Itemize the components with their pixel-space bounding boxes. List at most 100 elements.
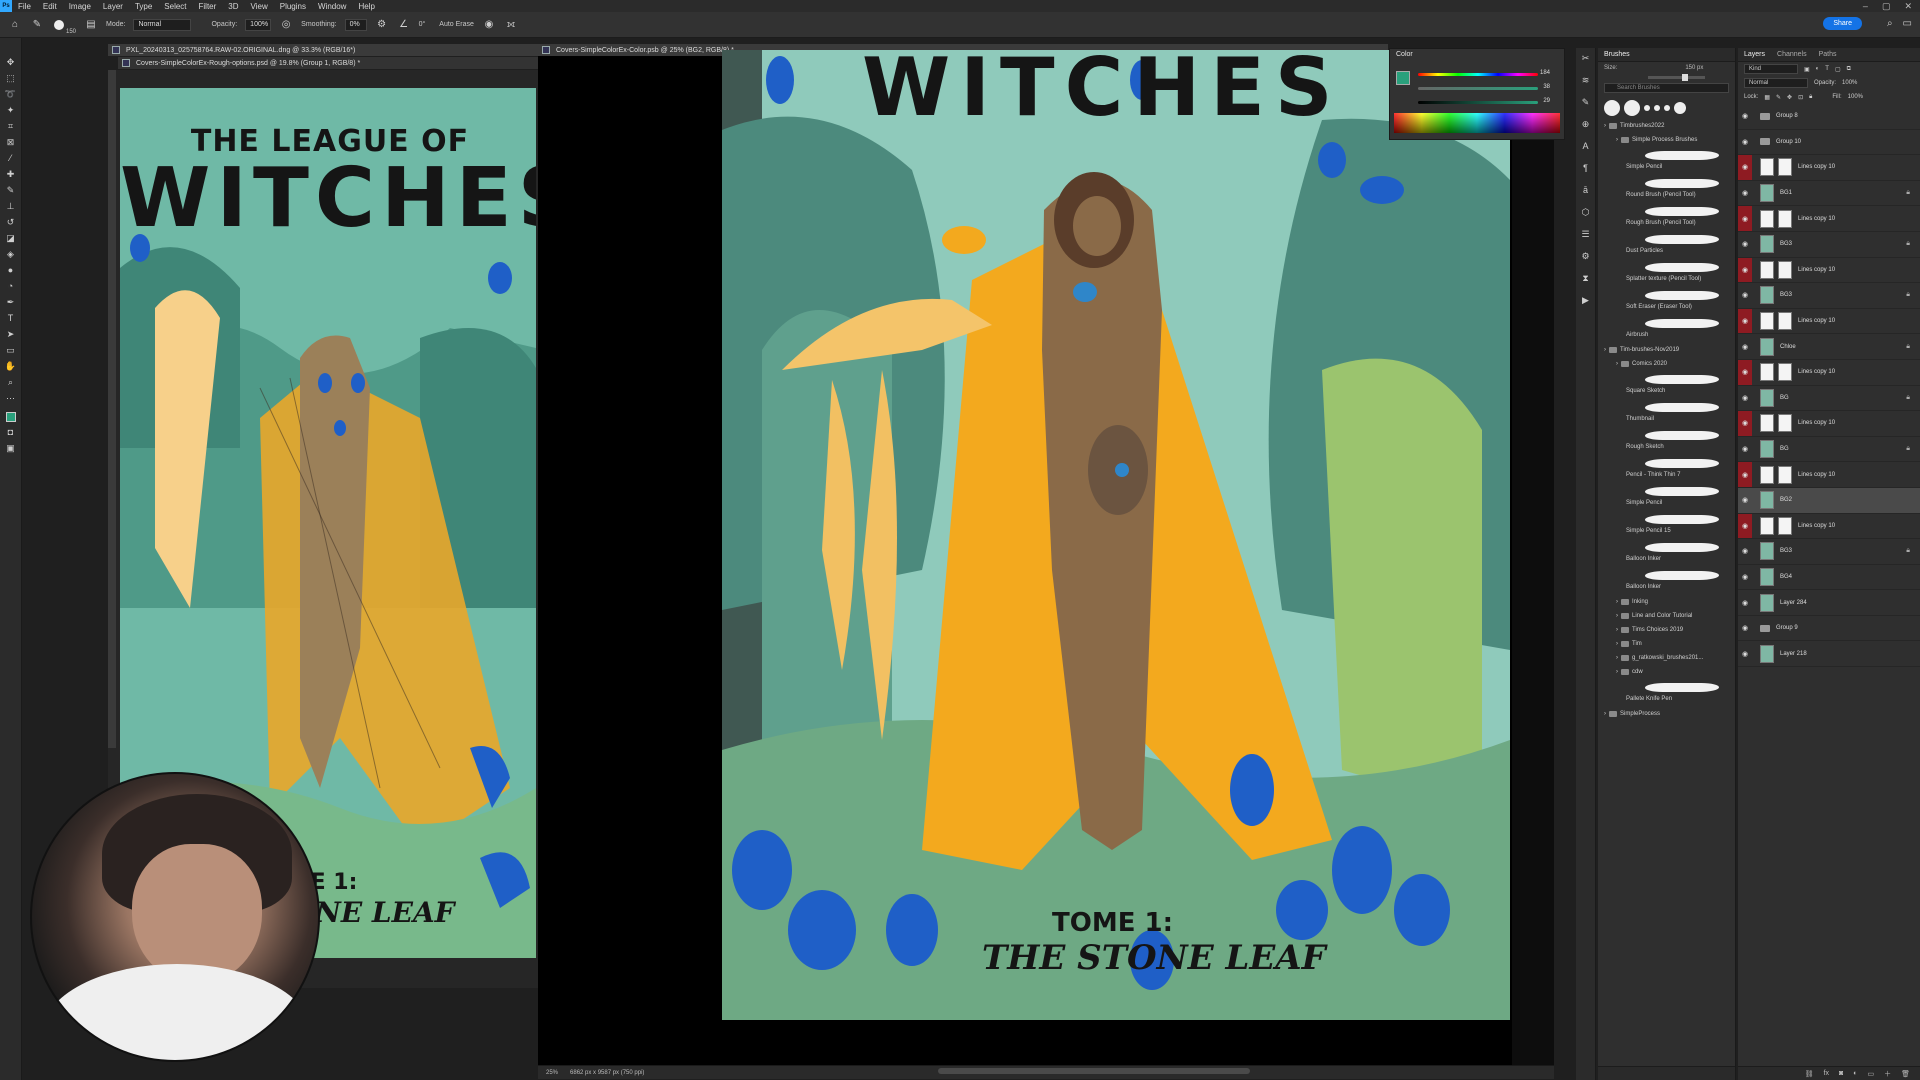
brush-folder[interactable]: › Inking bbox=[1602, 595, 1735, 609]
layer-name[interactable]: Lines copy 10 bbox=[1798, 420, 1835, 426]
brush-folder[interactable]: › Tims Choices 2019 bbox=[1602, 623, 1735, 637]
paragraph-panel-icon[interactable]: ¶ bbox=[1580, 162, 1592, 174]
lock-position-icon[interactable]: ✥ bbox=[1787, 94, 1792, 101]
magic-wand-icon[interactable]: ✦ bbox=[4, 104, 18, 116]
visibility-eye-icon[interactable]: ◉ bbox=[1738, 206, 1752, 231]
pixel-filter-icon[interactable]: ▣ bbox=[1804, 66, 1810, 73]
adjustments-icon[interactable]: ☰ bbox=[1580, 228, 1592, 240]
visibility-eye-icon[interactable]: ◉ bbox=[1738, 257, 1752, 283]
chevron-right-icon[interactable]: › bbox=[1604, 347, 1606, 353]
path-select-icon[interactable]: ➤ bbox=[4, 328, 18, 340]
brush-preset[interactable]: Square Sketch bbox=[1602, 371, 1735, 399]
brush-preset[interactable]: Dust Particles bbox=[1602, 231, 1735, 259]
brush-size-field[interactable]: 150 px bbox=[1685, 65, 1703, 71]
brush-folder[interactable]: › Tim bbox=[1602, 637, 1735, 651]
recent-brush-1[interactable] bbox=[1604, 100, 1620, 116]
layer-name[interactable]: Lines copy 10 bbox=[1798, 318, 1835, 324]
blend-mode-select[interactable]: Normal bbox=[1744, 78, 1808, 88]
add-mask-icon[interactable]: ◙ bbox=[1839, 1070, 1843, 1077]
menu-select[interactable]: Select bbox=[158, 2, 192, 11]
layer-kind-filter[interactable]: Kind bbox=[1744, 64, 1798, 74]
mode-select[interactable]: Normal bbox=[133, 18, 192, 31]
layer-row[interactable]: ◉ BG4 bbox=[1738, 565, 1920, 591]
menu-3d[interactable]: 3D bbox=[222, 2, 244, 11]
visibility-eye-icon[interactable]: ◉ bbox=[1738, 641, 1752, 666]
clone-source-icon[interactable]: ⊕ bbox=[1580, 118, 1592, 130]
healing-brush-icon[interactable]: ✚ bbox=[4, 168, 18, 180]
layer-name[interactable]: BG1 bbox=[1780, 190, 1792, 196]
tab-channels[interactable]: Channels bbox=[1771, 48, 1813, 61]
tool-presets-icon[interactable]: ✂ bbox=[1580, 52, 1592, 64]
brightness-slider[interactable] bbox=[1418, 101, 1538, 104]
layer-row[interactable]: ◉ BG3 🔒︎ bbox=[1738, 283, 1920, 309]
hue-slider[interactable] bbox=[1418, 73, 1538, 76]
frame-tool-icon[interactable]: ⊠ bbox=[4, 136, 18, 148]
chevron-right-icon[interactable]: › bbox=[1616, 361, 1618, 367]
layer-name[interactable]: Lines copy 10 bbox=[1798, 369, 1835, 375]
opacity-field[interactable]: 100% bbox=[245, 18, 272, 31]
brush-preset[interactable]: Airbrush bbox=[1602, 315, 1735, 343]
crop-tool-icon[interactable]: ⌗ bbox=[4, 120, 18, 132]
pressure-size-icon[interactable]: ◉ bbox=[482, 18, 496, 32]
pressure-opacity-icon[interactable]: ◎ bbox=[279, 18, 293, 32]
menu-filter[interactable]: Filter bbox=[193, 2, 223, 11]
eraser-tool-icon[interactable]: ◪ bbox=[4, 232, 18, 244]
layer-row[interactable]: ◉ BG 🔒︎ bbox=[1738, 437, 1920, 463]
tab-layers[interactable]: Layers bbox=[1738, 48, 1771, 61]
symmetry-icon[interactable]: ⟗ bbox=[504, 18, 518, 32]
layer-name[interactable]: Lines copy 10 bbox=[1798, 164, 1835, 170]
brush-folder[interactable]: › g_ratkowski_brushes201... bbox=[1602, 651, 1735, 665]
brush-preset[interactable]: Simple Pencil 15 bbox=[1602, 511, 1735, 539]
layer-name[interactable]: Group 10 bbox=[1776, 139, 1801, 145]
brush-preset-picker[interactable] bbox=[52, 18, 66, 32]
chevron-right-icon[interactable]: › bbox=[1616, 599, 1618, 605]
shape-filter-icon[interactable]: ▢ bbox=[1835, 66, 1841, 73]
brush-preset[interactable]: Rough Sketch bbox=[1602, 427, 1735, 455]
visibility-eye-icon[interactable]: ◉ bbox=[1738, 232, 1752, 257]
menu-layer[interactable]: Layer bbox=[97, 2, 129, 11]
layer-row[interactable]: ◉ Layer 218 bbox=[1738, 641, 1920, 668]
brush-settings-icon[interactable]: ▤ bbox=[84, 18, 98, 32]
recent-brush-6[interactable] bbox=[1674, 102, 1686, 114]
layer-row[interactable]: ◉ Group 9 bbox=[1738, 616, 1920, 642]
3d-panel-icon[interactable]: ⬡ bbox=[1580, 206, 1592, 218]
visibility-eye-icon[interactable]: ◉ bbox=[1738, 513, 1752, 539]
layer-row[interactable]: ◉ Layer 284 bbox=[1738, 590, 1920, 616]
lock-artboard-icon[interactable]: ⊡ bbox=[1798, 94, 1803, 101]
marquee-tool-icon[interactable]: ⬚ bbox=[4, 72, 18, 84]
brightness-value[interactable]: 29 bbox=[1543, 98, 1550, 104]
lock-all-icon[interactable]: 🔒︎ bbox=[1809, 94, 1812, 101]
chevron-right-icon[interactable]: › bbox=[1616, 627, 1618, 633]
dodge-tool-icon[interactable]: ◔ bbox=[4, 280, 18, 292]
recent-brush-4[interactable] bbox=[1654, 105, 1660, 111]
pen-tool-icon[interactable]: ✒ bbox=[4, 296, 18, 308]
brush-preset[interactable]: Balloon Inker bbox=[1602, 539, 1735, 567]
brush-preset[interactable]: Round Brush (Pencil Tool) bbox=[1602, 175, 1735, 203]
layer-row[interactable]: ◉ Lines copy 10 bbox=[1738, 359, 1920, 386]
brush-preset[interactable]: Thumbnail bbox=[1602, 399, 1735, 427]
brush-preset[interactable]: Simple Pencil bbox=[1602, 147, 1735, 175]
hue-value[interactable]: 184 bbox=[1540, 70, 1550, 76]
color-panel-swatch[interactable] bbox=[1396, 71, 1410, 85]
visibility-eye-icon[interactable]: ◉ bbox=[1738, 437, 1752, 462]
brush-folder[interactable]: › Timbrushes2022 bbox=[1602, 119, 1735, 133]
menu-file[interactable]: File bbox=[12, 2, 37, 11]
new-group-icon[interactable]: ▭ bbox=[1867, 1070, 1874, 1078]
visibility-eye-icon[interactable]: ◉ bbox=[1738, 590, 1752, 615]
brush-search-input[interactable]: Search Brushes bbox=[1604, 83, 1729, 93]
visibility-eye-icon[interactable]: ◉ bbox=[1738, 181, 1752, 206]
delete-layer-icon[interactable]: 🗑︎ bbox=[1901, 1070, 1910, 1078]
layer-name[interactable]: Lines copy 10 bbox=[1798, 523, 1835, 529]
color-panel-title[interactable]: Color bbox=[1390, 49, 1564, 60]
visibility-eye-icon[interactable]: ◉ bbox=[1738, 411, 1752, 436]
visibility-eye-icon[interactable]: ◉ bbox=[1738, 616, 1752, 641]
recent-brush-2[interactable] bbox=[1624, 100, 1640, 116]
move-tool-icon[interactable]: ✥ bbox=[4, 56, 18, 68]
new-layer-icon[interactable]: ＋ bbox=[1884, 1069, 1891, 1079]
layer-name[interactable]: Group 8 bbox=[1776, 113, 1798, 119]
close-icon[interactable]: ✕ bbox=[1904, 1, 1912, 12]
visibility-eye-icon[interactable]: ◉ bbox=[1738, 104, 1752, 129]
lock-pixels-icon[interactable]: ✎ bbox=[1776, 94, 1781, 101]
stamp-tool-icon[interactable]: ⊥ bbox=[4, 200, 18, 212]
layer-row[interactable]: ◉ Lines copy 10 bbox=[1738, 411, 1920, 437]
